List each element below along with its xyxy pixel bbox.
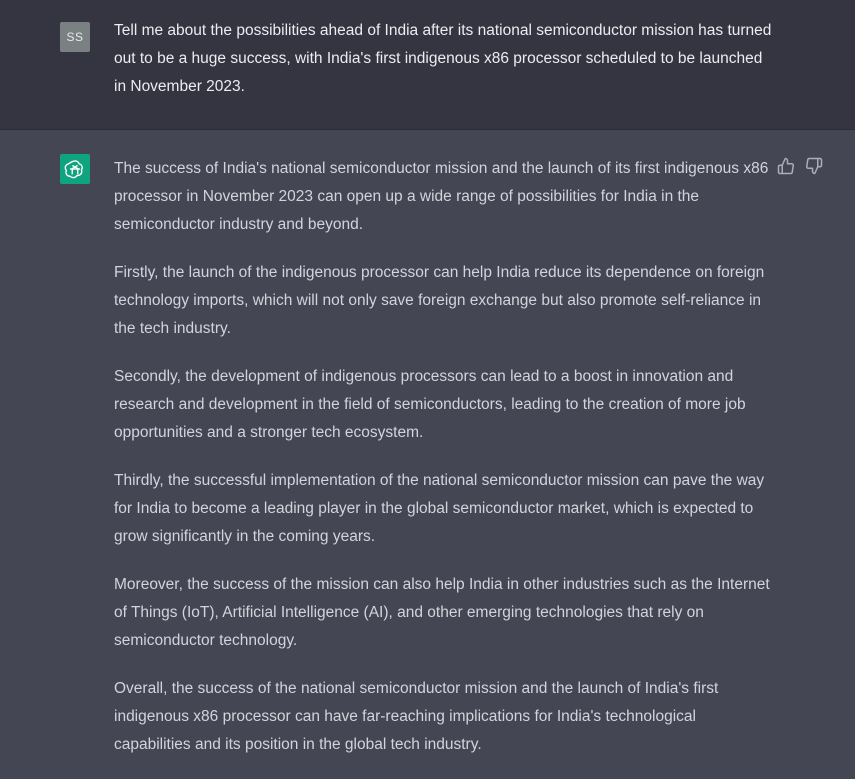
assistant-message-text: The success of India's national semicond…	[114, 155, 774, 779]
thumbs-up-icon[interactable]	[777, 157, 795, 175]
openai-logo-icon	[60, 154, 90, 184]
assistant-paragraph: Thirdly, the successful implementation o…	[114, 472, 765, 545]
assistant-paragraph: Moreover, the success of the mission can…	[114, 576, 770, 649]
assistant-paragraph: Overall, the success of the national sem…	[114, 680, 719, 753]
user-message-block: SS Tell me about the possibilities ahead…	[0, 0, 855, 130]
thumbs-down-icon[interactable]	[805, 157, 823, 175]
assistant-message-block: The success of India's national semicond…	[0, 130, 855, 771]
assistant-paragraph: Secondly, the development of indigenous …	[114, 368, 746, 441]
user-message-text: Tell me about the possibilities ahead of…	[114, 22, 772, 95]
feedback-buttons	[777, 157, 823, 175]
user-avatar: SS	[60, 22, 90, 52]
assistant-paragraph: The success of India's national semicond…	[114, 160, 769, 233]
assistant-paragraph: Firstly, the launch of the indigenous pr…	[114, 264, 765, 337]
